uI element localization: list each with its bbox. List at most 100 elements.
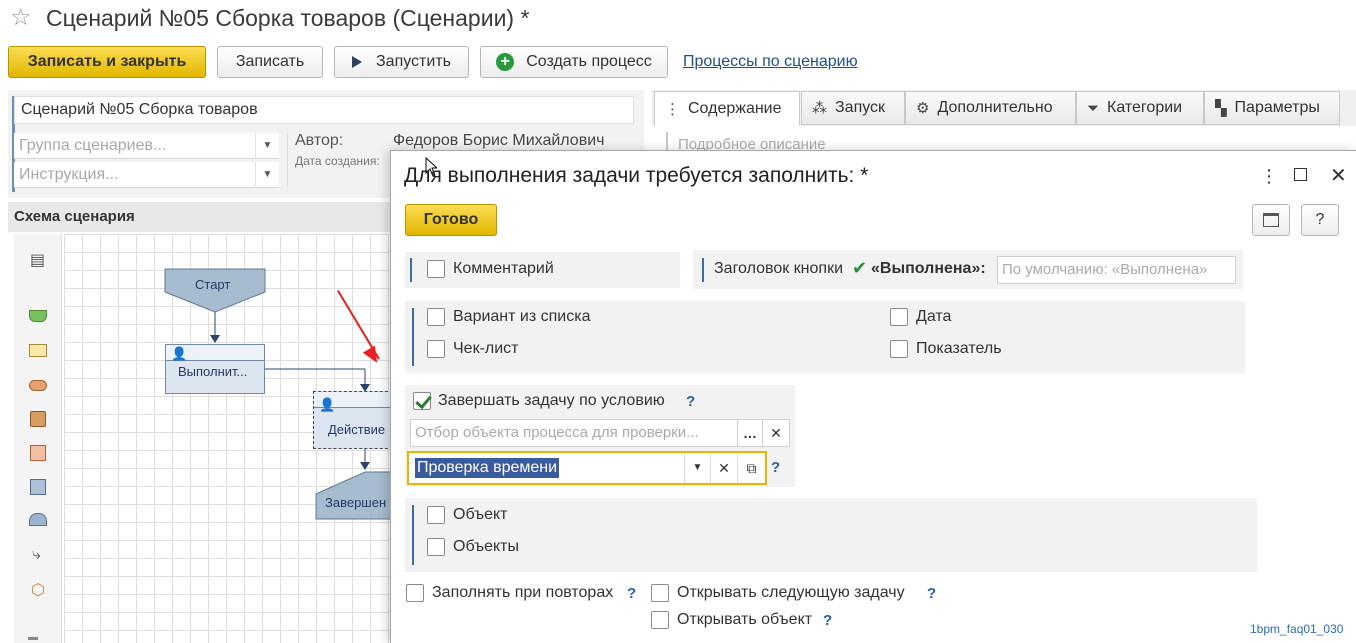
divider: [410, 258, 412, 282]
end-node-tool-icon[interactable]: [29, 513, 47, 526]
fill-on-repeat-help[interactable]: ?: [627, 585, 636, 602]
filter-icon: ⏷: [1087, 99, 1100, 117]
exit-tool-icon[interactable]: [30, 445, 46, 461]
scenario-name-input[interactable]: Сценарий №05 Сборка товаров: [14, 96, 634, 124]
create-process-label: Создать процесс: [526, 53, 652, 70]
connector-icon[interactable]: ⤷: [32, 546, 41, 564]
settings-panel-button[interactable]: [1252, 204, 1290, 236]
divider: [412, 308, 414, 366]
divider: [412, 505, 414, 565]
object-group: [405, 498, 1257, 572]
tab-additional[interactable]: ⚙ Дополнительно: [905, 91, 1076, 125]
filter-clear-button[interactable]: ✕: [762, 419, 790, 447]
condition-help[interactable]: ?: [771, 459, 780, 476]
calendar-gear-icon: [1263, 213, 1279, 227]
wand-icon: ⁂: [812, 100, 827, 117]
start-node-label: Старт: [195, 277, 231, 292]
comment-checkbox[interactable]: [427, 260, 445, 278]
create-process-button[interactable]: + Создать процесс: [480, 46, 668, 78]
processes-by-scenario-link[interactable]: Процессы по сценарию: [683, 53, 858, 71]
finish-node-label: Завершен: [325, 495, 387, 510]
variant-list-label: Вариант из списка: [453, 308, 591, 325]
executor-node-label: Выполнит...: [178, 364, 248, 379]
filter-choose-button[interactable]: …: [737, 419, 763, 447]
filter-object-input[interactable]: Отбор объекта процесса для проверки...: [410, 419, 738, 447]
subprocess-tool-icon[interactable]: [30, 479, 46, 495]
open-next-task-help[interactable]: ?: [927, 585, 936, 602]
scheme-title: Схема сценария: [14, 208, 135, 225]
instruction-field[interactable]: Инструкция... ▼: [14, 162, 279, 188]
dialog-title: Для выполнения задачи требуется заполнит…: [404, 164, 869, 187]
date-label: Дата: [916, 308, 952, 325]
object-checkbox[interactable]: [427, 506, 445, 524]
tab-categories[interactable]: ⏷ Категории: [1076, 91, 1204, 125]
open-object-label: Открывать объект: [677, 611, 813, 628]
tab-content-label: Содержание: [688, 99, 782, 117]
tab-content[interactable]: ⋮ Содержание: [654, 91, 800, 126]
more-menu-icon[interactable]: ⋮: [1260, 166, 1278, 187]
open-next-task-checkbox[interactable]: [651, 584, 669, 602]
open-copy-icon[interactable]: ⧉: [737, 453, 765, 483]
blocks-icon: ▚: [1215, 100, 1227, 117]
properties-icon[interactable]: ▤: [30, 250, 45, 270]
button-caption-input[interactable]: По умолчанию: «Выполнена»: [997, 256, 1236, 284]
run-button-label: Запустить: [376, 53, 451, 70]
creation-date-label: Дата создания:: [295, 154, 380, 168]
help-button[interactable]: ?: [1301, 204, 1339, 236]
objects-checkbox[interactable]: [427, 538, 445, 556]
ready-button[interactable]: Готово: [405, 204, 497, 236]
start-node-tool-icon[interactable]: [29, 310, 47, 322]
tab-launch[interactable]: ⁂ Запуск: [801, 91, 905, 125]
chevron-down-icon[interactable]: ▼: [255, 162, 279, 188]
date-checkbox[interactable]: [890, 308, 908, 326]
chevron-down-icon[interactable]: ▼: [255, 133, 279, 159]
open-object-checkbox[interactable]: [651, 611, 669, 629]
maximize-icon[interactable]: [1294, 168, 1307, 181]
condition-select-value: Проверка времени: [415, 458, 560, 478]
fill-on-repeat-label: Заполнять при повторах: [432, 584, 614, 601]
scenario-group-placeholder: Группа сценариев...: [19, 137, 167, 154]
tab-parameters-label: Параметры: [1234, 99, 1320, 116]
condition-clear-button[interactable]: ✕: [710, 453, 737, 483]
divider: [287, 134, 288, 186]
action-node-tool-icon[interactable]: [29, 380, 47, 391]
more-tools-icon[interactable]: ▬: [28, 632, 38, 643]
tree-icon: ⋮: [665, 100, 680, 118]
tab-launch-label: Запуск: [835, 99, 886, 116]
finish-condition-help[interactable]: ?: [686, 393, 695, 410]
indicator-checkbox[interactable]: [890, 340, 908, 358]
variant-list-checkbox[interactable]: [427, 308, 445, 326]
save-button[interactable]: Записать: [217, 46, 323, 78]
run-button[interactable]: Запустить: [334, 46, 469, 78]
button-caption-value: «Выполнена»:: [871, 260, 986, 277]
objects-label: Объекты: [453, 538, 519, 555]
tab-parameters[interactable]: ▚ Параметры: [1204, 91, 1340, 125]
shape-icon[interactable]: ⬡: [31, 580, 45, 600]
object-label: Объект: [453, 506, 508, 523]
tab-categories-label: Категории: [1107, 99, 1183, 116]
user-icon: 👤: [319, 397, 336, 412]
play-icon: [352, 56, 362, 68]
favorite-star-icon[interactable]: ☆: [10, 4, 32, 32]
fill-on-repeat-checkbox[interactable]: [406, 584, 424, 602]
chevron-down-icon[interactable]: ▼: [684, 453, 710, 483]
user-icon: 👤: [171, 346, 188, 361]
scenario-group-field[interactable]: Группа сценариев... ▼: [14, 133, 279, 159]
author-label: Автор:: [295, 132, 344, 149]
tab-additional-label: Дополнительно: [937, 99, 1053, 116]
open-object-help[interactable]: ?: [823, 612, 832, 629]
task-node-tool-icon[interactable]: [29, 344, 47, 357]
save-and-close-button[interactable]: Записать и закрыть: [8, 46, 206, 78]
finish-condition-checkbox[interactable]: [413, 392, 431, 410]
checklist-checkbox[interactable]: [427, 340, 445, 358]
plus-circle-icon: +: [496, 53, 515, 71]
checkmark-icon: ✔: [852, 258, 868, 278]
window-title: Сценарий №05 Сборка товаров (Сценарии) *: [46, 5, 530, 31]
open-next-task-label: Открывать следующую задачу: [677, 584, 905, 601]
action-node-label: Действие: [328, 422, 386, 437]
storage-tool-icon[interactable]: [30, 411, 46, 427]
close-icon[interactable]: ✕: [1330, 163, 1347, 188]
comment-label: Комментарий: [453, 260, 554, 277]
author-value[interactable]: Федоров Борис Михайлович: [393, 132, 605, 151]
divider: [702, 258, 704, 282]
